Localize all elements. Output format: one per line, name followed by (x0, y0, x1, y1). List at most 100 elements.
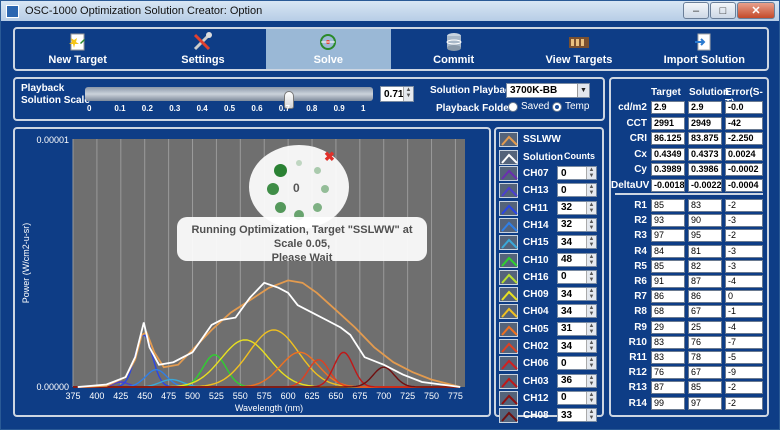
channel-count-input[interactable]: 0 ▲ ▼ (557, 183, 597, 198)
cell-solution: 85 (688, 381, 722, 395)
minimize-button[interactable]: – (683, 2, 709, 19)
cell-solution: 67 (688, 305, 722, 319)
channel-name: SSLWW (523, 134, 561, 145)
channel-count: 0 (561, 184, 567, 196)
channel-count-input[interactable]: 48 ▲ ▼ (557, 252, 597, 267)
channel-count-input[interactable]: 0 ▲ ▼ (557, 390, 597, 405)
channel-count-input[interactable]: 0 ▲ ▼ (557, 356, 597, 371)
x-tick-label: 650 (328, 391, 343, 401)
scale-value-input[interactable]: 0.71 ▲ ▼ (380, 86, 414, 102)
count-stepper[interactable]: ▲ ▼ (586, 409, 596, 422)
channel-name: CH07 (523, 168, 549, 179)
commit-button[interactable]: Commit (391, 29, 516, 69)
cancel-icon[interactable]: ✖ (324, 149, 335, 165)
cell-solution: 87 (688, 275, 722, 288)
channel-color-swatch[interactable] (499, 166, 518, 181)
scale-tick: 0.1 (114, 104, 126, 113)
count-stepper[interactable]: ▲ ▼ (586, 391, 596, 404)
count-stepper[interactable]: ▲ ▼ (586, 322, 596, 335)
metric-label: Cy (634, 164, 647, 175)
scale-slider[interactable] (85, 87, 373, 109)
count-stepper[interactable]: ▲ ▼ (586, 357, 596, 370)
channel-row-ch14: CH14 32 ▲ ▼ (496, 217, 602, 234)
solve-button[interactable]: Solve (265, 29, 391, 69)
cell-target: 86 (651, 290, 685, 304)
channel-color-swatch[interactable] (499, 132, 518, 147)
channel-count-input[interactable]: 31 ▲ ▼ (557, 321, 597, 336)
channel-color-swatch[interactable] (499, 252, 518, 268)
view-targets-label: View Targets (545, 54, 613, 66)
cell-error: -2 (725, 396, 763, 410)
cell-solution: 83 (688, 199, 722, 212)
solution-playback-value: 3700K-BB (510, 85, 558, 96)
view-targets-button[interactable]: View Targets (516, 29, 641, 69)
count-stepper[interactable]: ▲ ▼ (586, 305, 596, 318)
channel-row-ch03: CH03 36 ▲ ▼ (496, 373, 602, 390)
chevron-down-icon[interactable]: ▼ (577, 84, 589, 97)
solution-scale-label: Solution Scale (21, 95, 90, 106)
count-stepper[interactable]: ▲ ▼ (586, 184, 596, 197)
channel-color-swatch[interactable] (499, 408, 518, 424)
channel-color-swatch[interactable] (499, 200, 518, 216)
channel-count: 0 (561, 357, 567, 369)
channel-count-input[interactable]: 33 ▲ ▼ (557, 408, 597, 423)
maximize-button[interactable]: □ (710, 2, 736, 19)
channel-color-swatch[interactable] (499, 150, 518, 165)
count-stepper[interactable]: ▲ ▼ (586, 236, 596, 249)
new-target-button[interactable]: New Target (15, 29, 140, 69)
channel-count-input[interactable]: 32 ▲ ▼ (557, 200, 597, 215)
channel-color-swatch[interactable] (499, 217, 518, 233)
count-stepper[interactable]: ▲ ▼ (586, 270, 596, 283)
close-button[interactable]: ✕ (737, 2, 775, 19)
channel-color-swatch[interactable] (499, 287, 518, 303)
metric-label: R6 (634, 276, 647, 287)
count-stepper[interactable]: ▲ ▼ (586, 374, 596, 387)
count-stepper[interactable]: ▲ ▼ (586, 167, 596, 179)
channel-color-swatch[interactable] (499, 339, 518, 354)
solve-icon (320, 34, 337, 50)
count-stepper[interactable]: ▲ ▼ (586, 218, 596, 231)
channel-count: 34 (561, 236, 573, 248)
spinner-dot (296, 160, 302, 166)
channel-row-ch12: CH12 0 ▲ ▼ (496, 390, 602, 407)
new-target-label: New Target (48, 54, 107, 66)
solution-playback-select[interactable]: 3700K-BB ▼ (506, 83, 590, 98)
count-stepper[interactable]: ▲ ▼ (586, 340, 596, 352)
channel-count-input[interactable]: 34 ▲ ▼ (557, 287, 597, 302)
y-axis-label: Power (W/cm2-u-sr) (21, 223, 31, 304)
progress-message-line2: Please Wait (271, 252, 333, 264)
cell-target: 29 (651, 320, 685, 334)
channel-color-swatch[interactable] (499, 304, 518, 320)
channel-color-swatch[interactable] (499, 269, 518, 285)
settings-button[interactable]: Settings (140, 29, 265, 69)
scale-stepper[interactable]: ▲ ▼ (403, 87, 413, 101)
count-stepper[interactable]: ▲ ▼ (586, 253, 596, 266)
channel-color-swatch[interactable] (499, 235, 518, 251)
count-stepper[interactable]: ▲ ▼ (586, 201, 596, 214)
channel-count-input[interactable]: 34 ▲ ▼ (557, 304, 597, 319)
channel-count-input[interactable]: 0 ▲ ▼ (557, 269, 597, 284)
import-solution-button[interactable]: Import Solution (642, 29, 767, 69)
channel-count-input[interactable]: 32 ▲ ▼ (557, 217, 597, 232)
channel-count-input[interactable]: 0 ▲ ▼ (557, 166, 597, 180)
saved-radio[interactable]: Saved (508, 101, 549, 112)
count-stepper[interactable]: ▲ ▼ (586, 288, 596, 301)
channel-color-swatch[interactable] (499, 183, 518, 199)
channel-color-swatch[interactable] (499, 390, 518, 406)
header-solution: Solution (689, 87, 729, 98)
channel-color-swatch[interactable] (499, 321, 518, 337)
channel-color-swatch[interactable] (499, 373, 518, 389)
channel-color-swatch[interactable] (499, 356, 518, 372)
channel-count-input[interactable]: 34 ▲ ▼ (557, 235, 597, 250)
channel-count: 32 (561, 219, 573, 231)
tools-icon (193, 32, 212, 51)
cell-error: -9 (725, 366, 763, 380)
channel-count-input[interactable]: 34 ▲ ▼ (557, 339, 597, 353)
cell-error: -5 (725, 351, 763, 364)
cell-target: 68 (651, 305, 685, 319)
cell-error: -7 (725, 335, 763, 349)
channel-row-ch16: CH16 0 ▲ ▼ (496, 269, 602, 286)
channel-count-input[interactable]: 36 ▲ ▼ (557, 373, 597, 388)
temp-radio[interactable]: Temp (552, 101, 589, 112)
channel-count: 34 (561, 340, 573, 352)
